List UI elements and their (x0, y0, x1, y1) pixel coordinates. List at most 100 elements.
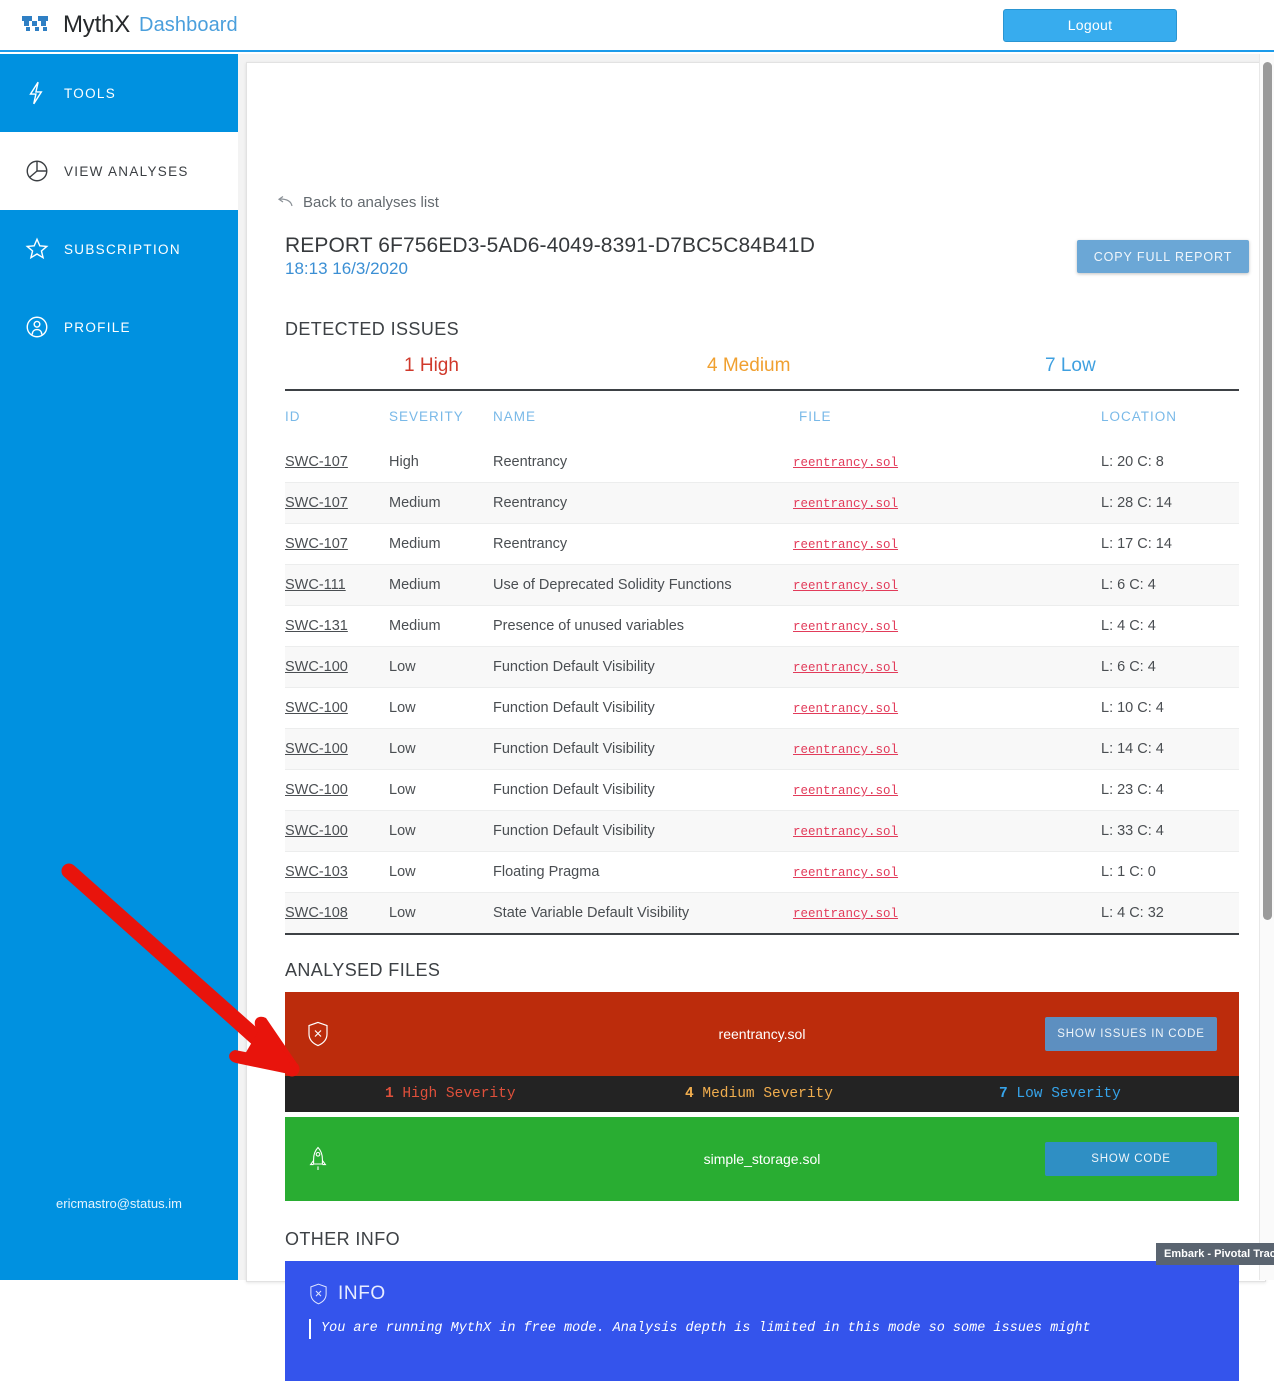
sidebar-item-view-analyses[interactable]: VIEW ANALYSES (0, 132, 238, 210)
table-row: SWC-111 Medium Use of Deprecated Solidity … (285, 564, 1239, 606)
total-medium[interactable]: 4 Medium (707, 355, 790, 377)
file-high-severity: 1 High Severity (385, 1086, 516, 1102)
analysed-files-heading: ANALYSED FILES (285, 960, 441, 980)
cell-severity: Low (389, 851, 493, 893)
swc-link[interactable]: SWC-108 (285, 905, 348, 921)
report-timestamp: 18:13 16/3/2020 (285, 259, 408, 278)
cell-name: Function Default Visibility (493, 646, 793, 688)
file-low-severity: 7 Low Severity (999, 1086, 1121, 1102)
swc-link[interactable]: SWC-100 (285, 823, 348, 839)
file-link[interactable]: reentrancy.sol (793, 579, 898, 593)
cell-location: L: 33 C: 4 (1093, 810, 1239, 852)
cell-location: L: 23 C: 4 (1093, 769, 1239, 811)
sidebar-item-subscription[interactable]: SUBSCRIPTION (0, 210, 238, 288)
cell-location: L: 10 C: 4 (1093, 687, 1239, 729)
file-link[interactable]: reentrancy.sol (793, 620, 898, 634)
file-link[interactable]: reentrancy.sol (793, 702, 898, 716)
cell-location: L: 1 C: 0 (1093, 851, 1239, 893)
total-high[interactable]: 1 High (404, 355, 459, 377)
table-row: SWC-100 Low Function Default Visibility ree… (285, 646, 1239, 688)
show-code-button[interactable]: SHOW CODE (1045, 1142, 1217, 1176)
total-low-label: Low (1055, 355, 1096, 376)
swc-link[interactable]: SWC-107 (285, 536, 348, 552)
total-high-count: 1 (404, 355, 415, 376)
file-row-header: reentrancy.sol SHOW ISSUES IN CODE (285, 992, 1239, 1076)
file-link[interactable]: reentrancy.sol (793, 743, 898, 757)
cell-file: reentrancy.sol (793, 810, 1093, 852)
cell-severity: Low (389, 769, 493, 811)
file-link[interactable]: reentrancy.sol (793, 784, 898, 798)
cell-severity: Medium (389, 482, 493, 524)
table-row: SWC-107 High Reentrancy reentrancy.sol L: 20… (285, 442, 1239, 483)
swc-link[interactable]: SWC-107 (285, 454, 348, 470)
table-row: SWC-103 Low Floating Pragma reentrancy.sol L… (285, 851, 1239, 893)
total-low-count: 7 (1045, 355, 1056, 376)
swc-link[interactable]: SWC-100 (285, 741, 348, 757)
page-scrollbar-thumb[interactable] (1263, 62, 1272, 920)
column-header-name[interactable]: NAME (493, 403, 793, 442)
main-content: Back to analyses list REPORT 6F756ED3-5A… (238, 54, 1274, 1381)
column-header-id[interactable]: ID (285, 403, 389, 442)
cell-severity: Low (389, 646, 493, 688)
cell-id: SWC-100 (285, 687, 389, 729)
swc-link[interactable]: SWC-100 (285, 782, 348, 798)
file-link[interactable]: reentrancy.sol (793, 907, 898, 921)
cell-id: SWC-107 (285, 523, 389, 565)
rocket-icon (309, 1146, 327, 1170)
file-link[interactable]: reentrancy.sol (793, 538, 898, 552)
sidebar-item-label: VIEW ANALYSES (64, 163, 189, 179)
file-medium-severity: 4 Medium Severity (685, 1086, 833, 1102)
cell-id: SWC-107 (285, 442, 389, 483)
detected-issues-heading: DETECTED ISSUES (285, 319, 460, 339)
table-row: SWC-131 Medium Presence of unused variable… (285, 605, 1239, 647)
table-row: SWC-100 Low Function Default Visibility ree… (285, 728, 1239, 770)
cell-severity: Medium (389, 564, 493, 606)
table-row: SWC-108 Low State Variable Default Visibil… (285, 892, 1239, 935)
cell-file: reentrancy.sol (793, 687, 1093, 729)
swc-link[interactable]: SWC-103 (285, 864, 348, 880)
copy-full-report-button[interactable]: COPY FULL REPORT (1077, 240, 1249, 273)
cell-id: SWC-100 (285, 646, 389, 688)
pie-chart-icon (26, 160, 48, 182)
file-link[interactable]: reentrancy.sol (793, 825, 898, 839)
report-card: Back to analyses list REPORT 6F756ED3-5A… (246, 62, 1266, 1381)
swc-link[interactable]: SWC-131 (285, 618, 348, 634)
table-header-row: ID SEVERITY NAME FILE LOCATION (285, 403, 1239, 442)
swc-link[interactable]: SWC-107 (285, 495, 348, 511)
swc-link[interactable]: SWC-100 (285, 700, 348, 716)
back-to-analyses-link[interactable]: Back to analyses list (277, 194, 439, 211)
cell-name: State Variable Default Visibility (493, 892, 793, 935)
file-high-label: High Severity (393, 1086, 516, 1102)
cell-file: reentrancy.sol (793, 728, 1093, 770)
column-header-severity[interactable]: SEVERITY (389, 403, 493, 442)
severity-totals: 1 High 4 Medium 7 Low (285, 355, 1239, 391)
cell-severity: Medium (389, 605, 493, 647)
info-banner-text: You are running MythX in free mode. Anal… (309, 1319, 1215, 1340)
cell-file: reentrancy.sol (793, 482, 1093, 524)
cell-location: L: 6 C: 4 (1093, 564, 1239, 606)
sidebar-item-profile[interactable]: PROFILE (0, 288, 238, 366)
cell-severity: Low (389, 728, 493, 770)
cell-file: reentrancy.sol (793, 892, 1093, 935)
sidebar-item-tools[interactable]: TOOLS (0, 54, 238, 132)
swc-link[interactable]: SWC-111 (285, 577, 346, 593)
mythx-logo-icon (22, 16, 48, 31)
file-link[interactable]: reentrancy.sol (793, 497, 898, 511)
logout-button[interactable]: Logout (1003, 9, 1177, 42)
total-low[interactable]: 7 Low (1045, 355, 1096, 377)
cell-name: Presence of unused variables (493, 605, 793, 647)
file-link[interactable]: reentrancy.sol (793, 866, 898, 880)
file-link[interactable]: reentrancy.sol (793, 456, 898, 470)
file-severity-bar: 1 High Severity 4 Medium Severity 7 Low … (285, 1076, 1239, 1112)
show-issues-in-code-button[interactable]: SHOW ISSUES IN CODE (1045, 1017, 1217, 1051)
column-header-file[interactable]: FILE (793, 403, 1093, 442)
bolt-icon (29, 81, 43, 105)
swc-link[interactable]: SWC-100 (285, 659, 348, 675)
cell-id: SWC-108 (285, 892, 389, 935)
column-header-location[interactable]: LOCATION (1093, 403, 1239, 442)
cell-name: Use of Deprecated Solidity Functions (493, 564, 793, 606)
table-row: SWC-100 Low Function Default Visibility ree… (285, 769, 1239, 811)
file-link[interactable]: reentrancy.sol (793, 661, 898, 675)
cell-location: L: 20 C: 8 (1093, 442, 1239, 483)
cell-name: Reentrancy (493, 523, 793, 565)
